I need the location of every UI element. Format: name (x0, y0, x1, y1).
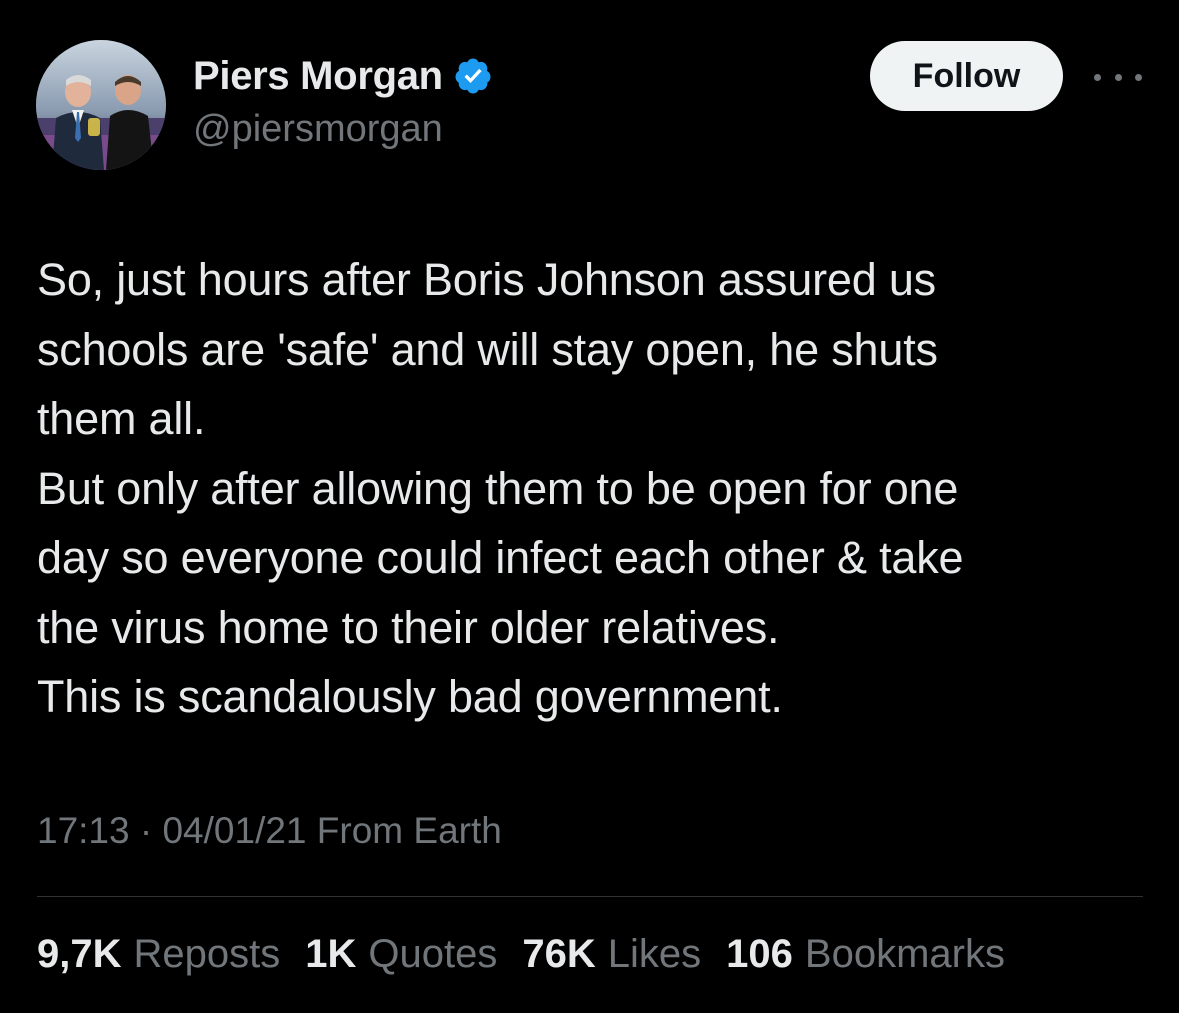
avatar-photo (36, 40, 166, 170)
tweet-text-line: them all. (37, 393, 206, 444)
tweet-text-line: This is scandalously bad government. (37, 671, 783, 722)
stat-reposts[interactable]: 9,7K Reposts (37, 932, 280, 977)
stat-label: Likes (607, 932, 702, 976)
tweet-time[interactable]: 17:13 (37, 810, 130, 851)
stat-count: 9,7K (37, 932, 122, 976)
tweet-detail: Piers Morgan @piersmorgan Follow So, jus… (0, 0, 1179, 1013)
engagement-stats: 9,7K Reposts 1K Quotes 76K Likes 106 Bookmar… (37, 932, 1030, 977)
tweet-source: From Earth (316, 810, 502, 851)
stat-quotes[interactable]: 1K Quotes (305, 932, 497, 977)
follow-button[interactable]: Follow (870, 41, 1063, 111)
avatar[interactable] (36, 40, 166, 170)
more-dot (1094, 73, 1101, 81)
stat-count: 106 (726, 932, 793, 976)
author-handle[interactable]: @piersmorgan (193, 108, 443, 151)
tweet-date[interactable]: 04/01/21 (162, 810, 306, 851)
more-options-icon[interactable] (1094, 62, 1142, 92)
author-display-name[interactable]: Piers Morgan (193, 54, 443, 99)
tweet-text-line: But only after allowing them to be open … (37, 462, 959, 514)
tweet-text-line: the virus home to their older relatives. (37, 601, 780, 653)
verified-badge-icon (455, 58, 491, 94)
tweet-text: So, just hours after Boris Johnson assur… (37, 245, 1147, 732)
stat-label: Reposts (133, 932, 281, 976)
stat-count: 1K (305, 932, 357, 976)
stat-label: Bookmarks (804, 932, 1005, 976)
tweet-text-line: So, just hours after Boris Johnson assur… (37, 254, 936, 305)
tweet-text-line: schools are 'safe' and will stay open, h… (37, 323, 938, 375)
meta-separator: · (139, 810, 163, 851)
stat-label: Quotes (368, 932, 498, 976)
tweet-timestamp-row: 17:13 · 04/01/21 From Earth (37, 810, 502, 852)
more-dot (1114, 73, 1122, 81)
more-dot (1135, 73, 1142, 81)
tweet-text-line: day so everyone could infect each other … (37, 532, 964, 583)
stat-count: 76K (522, 932, 596, 976)
stat-bookmarks[interactable]: 106 Bookmarks (726, 932, 1005, 977)
stat-likes[interactable]: 76K Likes (522, 932, 701, 977)
author-name-row[interactable]: Piers Morgan (193, 50, 493, 102)
divider (37, 896, 1143, 897)
